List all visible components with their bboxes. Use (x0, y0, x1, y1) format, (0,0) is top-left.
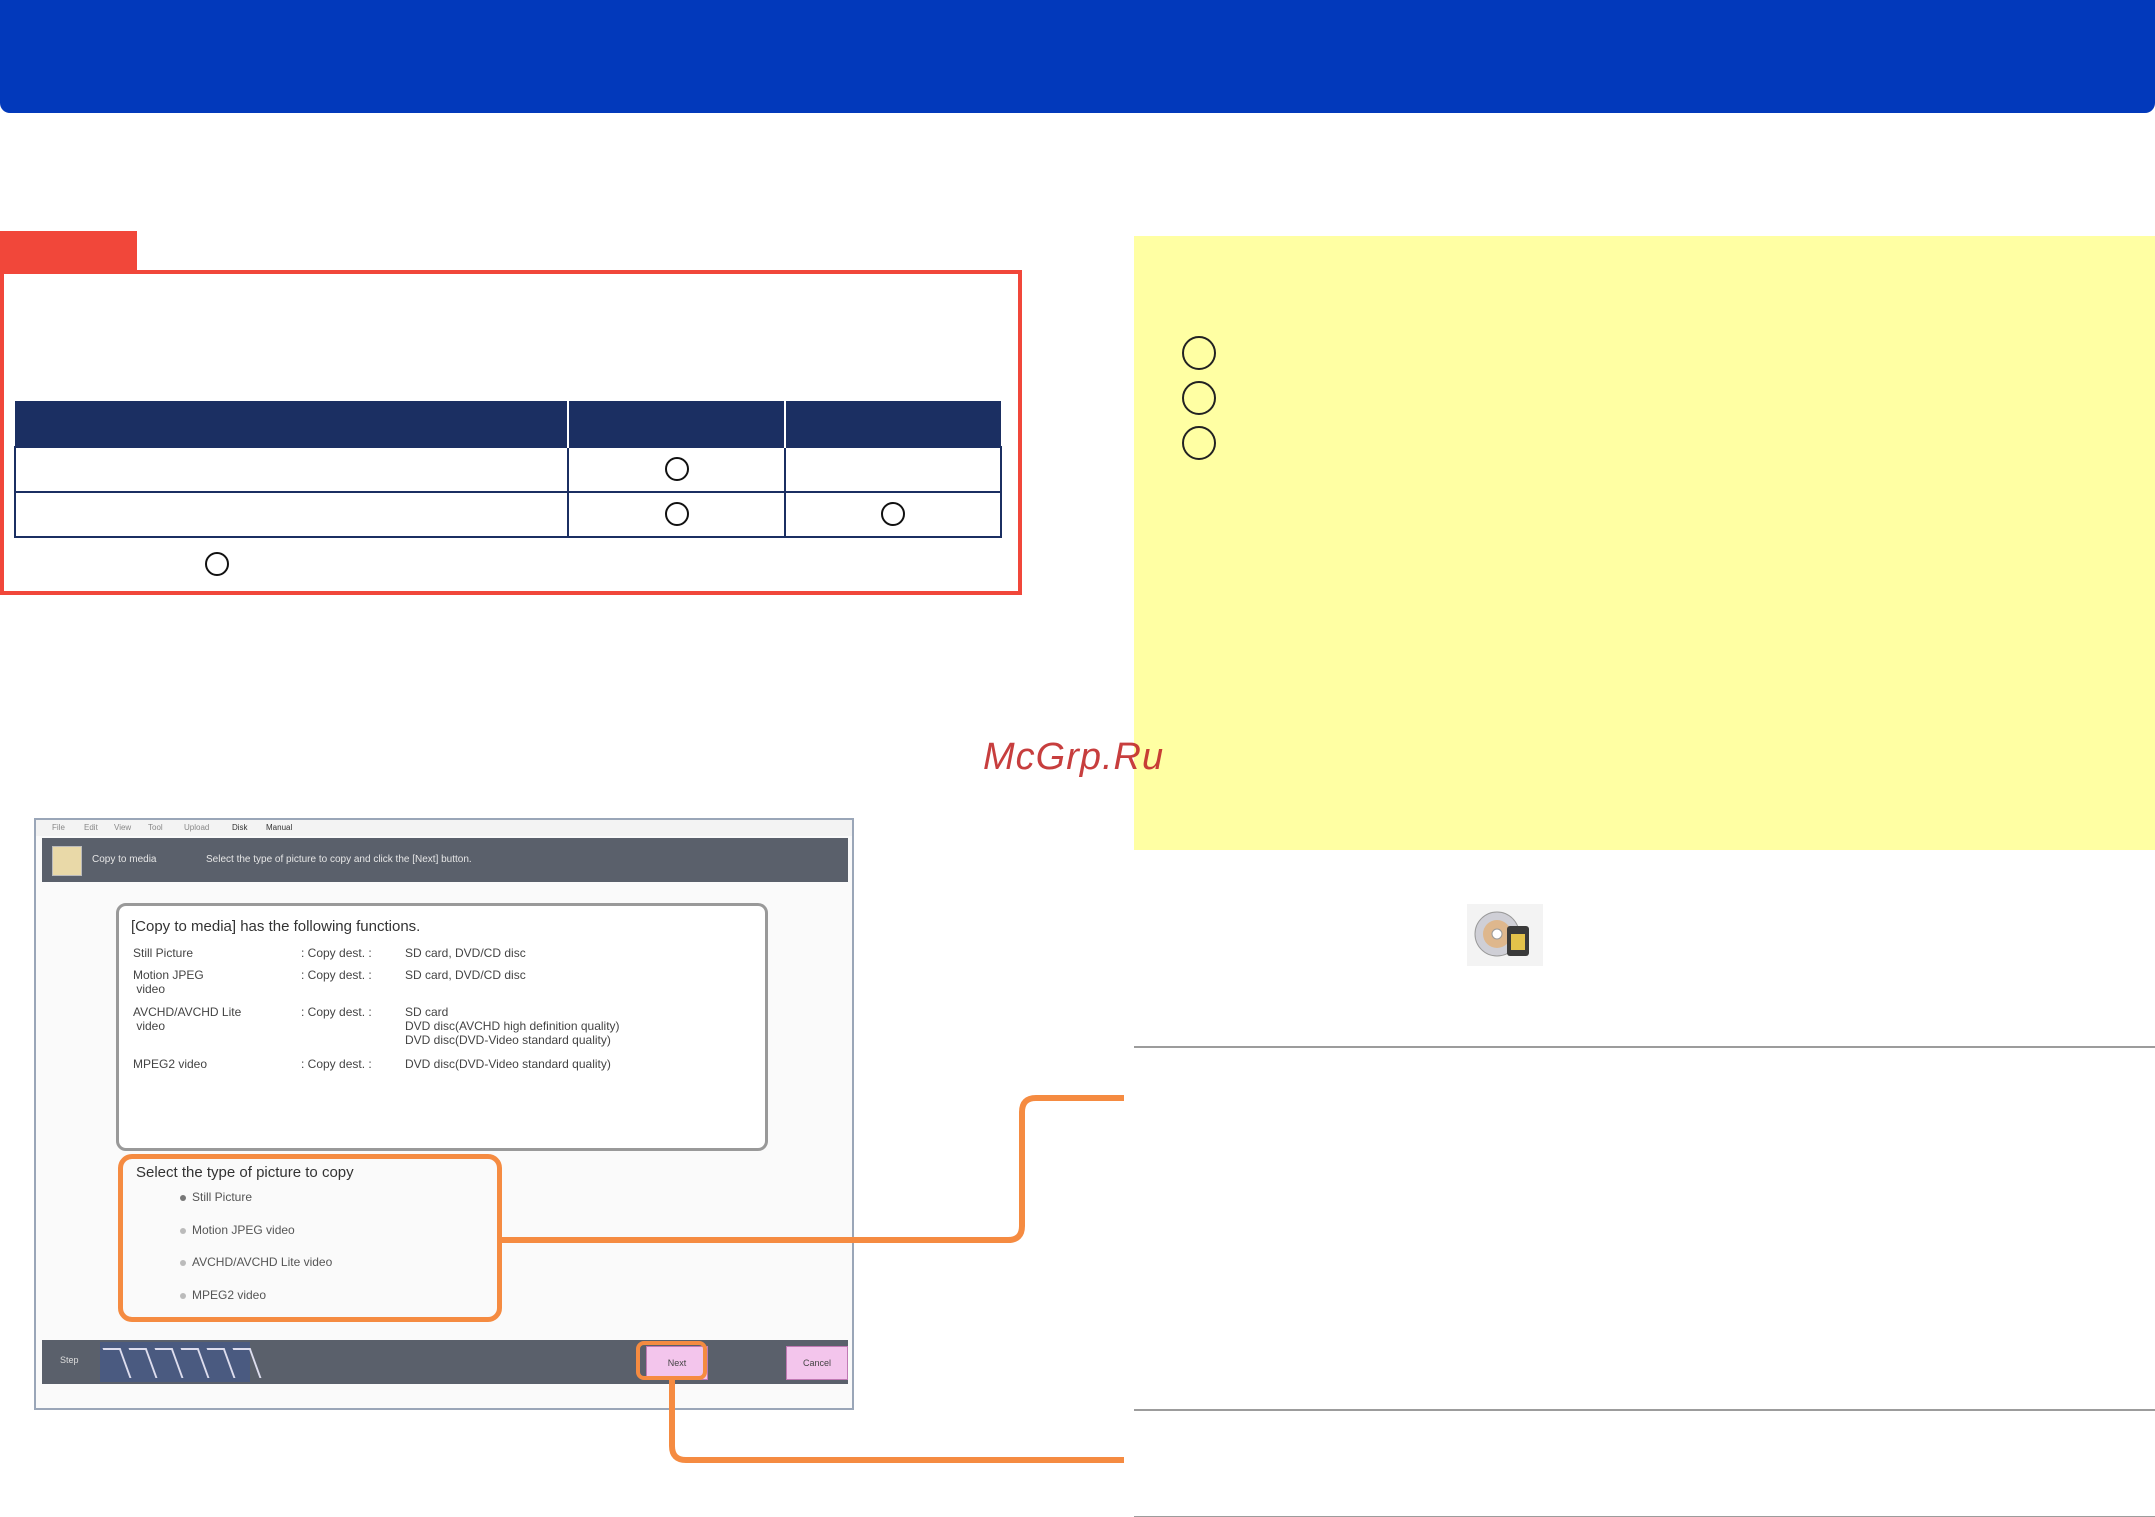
callout-connectors (502, 1095, 1124, 1463)
